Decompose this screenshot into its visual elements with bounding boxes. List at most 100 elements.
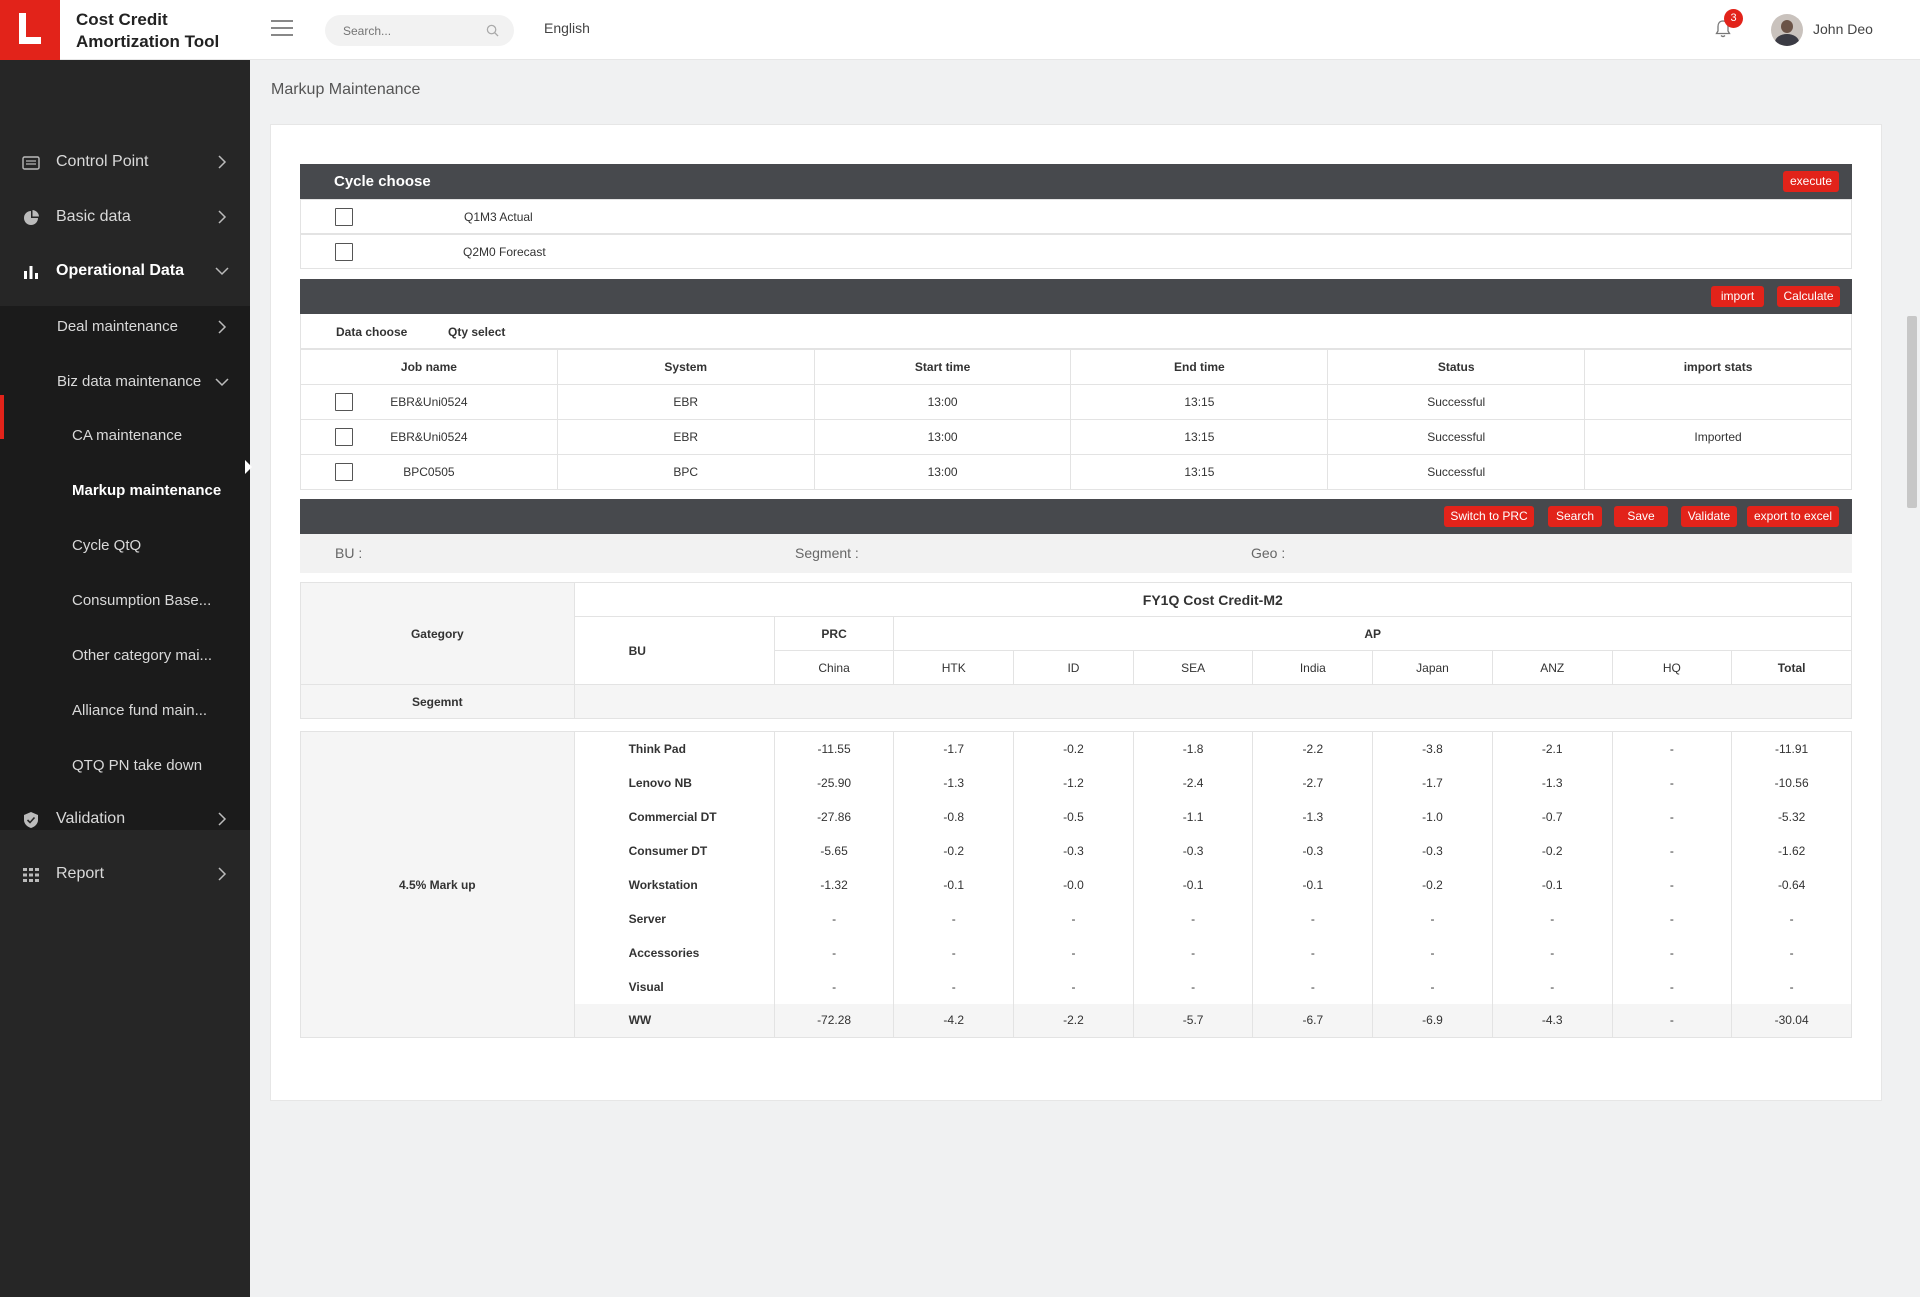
value-cell[interactable]: -0.3 bbox=[1252, 833, 1374, 868]
menu-toggle-icon[interactable] bbox=[271, 20, 293, 38]
value-cell[interactable]: - bbox=[773, 969, 895, 1004]
value-cell[interactable]: -0.1 bbox=[1252, 867, 1374, 902]
sidebar-item-other-category[interactable]: Other category mai... bbox=[0, 631, 250, 681]
sidebar-item-qtq-pn-take-down[interactable]: QTQ PN take down bbox=[0, 741, 250, 791]
segment-filter[interactable]: Segment : bbox=[795, 545, 859, 561]
value-cell[interactable]: - bbox=[1611, 731, 1733, 766]
value-cell[interactable]: -0.2 bbox=[1372, 867, 1493, 902]
total-cell[interactable]: -11.91 bbox=[1731, 731, 1852, 766]
value-cell[interactable]: - bbox=[1013, 969, 1134, 1004]
value-cell[interactable]: -0.8 bbox=[893, 799, 1015, 834]
value-cell[interactable]: - bbox=[1611, 1003, 1733, 1038]
value-cell[interactable]: -0.0 bbox=[1013, 867, 1134, 902]
value-cell[interactable]: - bbox=[1611, 935, 1733, 970]
calculate-button[interactable]: Calculate bbox=[1777, 286, 1840, 307]
value-cell[interactable]: -72.28 bbox=[773, 1003, 895, 1038]
total-cell[interactable]: - bbox=[1731, 935, 1852, 970]
job-checkbox[interactable] bbox=[335, 428, 353, 446]
value-cell[interactable]: -0.1 bbox=[893, 867, 1015, 902]
value-cell[interactable]: - bbox=[1013, 935, 1134, 970]
value-cell[interactable]: - bbox=[1372, 901, 1493, 936]
value-cell[interactable]: -0.2 bbox=[1013, 731, 1134, 766]
job-checkbox[interactable] bbox=[335, 463, 353, 481]
switch-to-prc-button[interactable]: Switch to PRC bbox=[1444, 506, 1534, 527]
value-cell[interactable]: - bbox=[1252, 901, 1374, 936]
value-cell[interactable]: -0.3 bbox=[1013, 833, 1134, 868]
export-to-excel-button[interactable]: export to excel bbox=[1747, 506, 1839, 527]
value-cell[interactable]: - bbox=[893, 969, 1015, 1004]
sidebar-item-biz-data-maintenance[interactable]: Biz data maintenance bbox=[0, 357, 250, 407]
value-cell[interactable]: - bbox=[1132, 969, 1254, 1004]
value-cell[interactable]: -1.7 bbox=[893, 731, 1015, 766]
tab-data-choose[interactable]: Data choose bbox=[336, 325, 407, 339]
value-cell[interactable]: - bbox=[1491, 969, 1613, 1004]
value-cell[interactable]: -1.32 bbox=[773, 867, 895, 902]
save-button[interactable]: Save bbox=[1614, 506, 1668, 527]
value-cell[interactable]: - bbox=[1491, 901, 1613, 936]
value-cell[interactable]: - bbox=[1252, 935, 1374, 970]
value-cell[interactable]: -0.2 bbox=[1491, 833, 1613, 868]
bu-filter[interactable]: BU : bbox=[335, 545, 362, 561]
total-cell[interactable]: -5.32 bbox=[1731, 799, 1852, 834]
value-cell[interactable]: - bbox=[1372, 969, 1493, 1004]
sidebar-item-control-point[interactable]: Control Point bbox=[0, 138, 250, 188]
sidebar-item-markup-maintenance[interactable]: Markup maintenance bbox=[0, 466, 250, 516]
value-cell[interactable]: -0.3 bbox=[1132, 833, 1254, 868]
value-cell[interactable]: -2.2 bbox=[1013, 1003, 1134, 1038]
value-cell[interactable]: -1.3 bbox=[1491, 765, 1613, 800]
tab-qty-select[interactable]: Qty select bbox=[448, 325, 505, 339]
sidebar-item-basic-data[interactable]: Basic data bbox=[0, 193, 250, 243]
value-cell[interactable]: - bbox=[893, 935, 1015, 970]
value-cell[interactable]: - bbox=[1611, 833, 1733, 868]
value-cell[interactable]: -0.7 bbox=[1491, 799, 1613, 834]
value-cell[interactable]: -1.1 bbox=[1132, 799, 1254, 834]
value-cell[interactable]: -0.2 bbox=[893, 833, 1015, 868]
value-cell[interactable]: -6.7 bbox=[1252, 1003, 1374, 1038]
sidebar-item-cycle-qtq[interactable]: Cycle QtQ bbox=[0, 521, 250, 571]
total-cell[interactable]: - bbox=[1731, 901, 1852, 936]
value-cell[interactable]: - bbox=[1372, 935, 1493, 970]
cycle-checkbox[interactable] bbox=[335, 243, 353, 261]
value-cell[interactable]: -0.1 bbox=[1491, 867, 1613, 902]
value-cell[interactable]: -4.2 bbox=[893, 1003, 1015, 1038]
value-cell[interactable]: -0.5 bbox=[1013, 799, 1134, 834]
value-cell[interactable]: - bbox=[1611, 969, 1733, 1004]
value-cell[interactable]: - bbox=[1252, 969, 1374, 1004]
cycle-checkbox[interactable] bbox=[335, 208, 353, 226]
total-cell[interactable]: -1.62 bbox=[1731, 833, 1852, 868]
search-button[interactable]: Search bbox=[1548, 506, 1602, 527]
value-cell[interactable]: -11.55 bbox=[773, 731, 895, 766]
value-cell[interactable]: - bbox=[1611, 901, 1733, 936]
value-cell[interactable]: -5.65 bbox=[773, 833, 895, 868]
sidebar-item-alliance-fund[interactable]: Alliance fund main... bbox=[0, 686, 250, 736]
sidebar-item-operational-data[interactable]: Operational Data bbox=[0, 247, 250, 297]
geo-filter[interactable]: Geo : bbox=[1251, 545, 1285, 561]
value-cell[interactable]: -2.7 bbox=[1252, 765, 1374, 800]
value-cell[interactable]: -2.1 bbox=[1491, 731, 1613, 766]
value-cell[interactable]: -6.9 bbox=[1372, 1003, 1493, 1038]
job-checkbox[interactable] bbox=[335, 393, 353, 411]
total-cell[interactable]: - bbox=[1731, 969, 1852, 1004]
value-cell[interactable]: - bbox=[893, 901, 1015, 936]
value-cell[interactable]: - bbox=[1611, 867, 1733, 902]
value-cell[interactable]: -2.2 bbox=[1252, 731, 1374, 766]
sidebar-item-ca-maintenance[interactable]: CA maintenance bbox=[0, 411, 250, 461]
user-name[interactable]: John Deo bbox=[1813, 21, 1873, 37]
value-cell[interactable]: -27.86 bbox=[773, 799, 895, 834]
value-cell[interactable]: - bbox=[1611, 799, 1733, 834]
value-cell[interactable]: -2.4 bbox=[1132, 765, 1254, 800]
value-cell[interactable]: -5.7 bbox=[1132, 1003, 1254, 1038]
import-button[interactable]: import bbox=[1711, 286, 1764, 307]
validate-button[interactable]: Validate bbox=[1681, 506, 1737, 527]
total-cell[interactable]: -10.56 bbox=[1731, 765, 1852, 800]
value-cell[interactable]: -1.0 bbox=[1372, 799, 1493, 834]
value-cell[interactable]: - bbox=[1013, 901, 1134, 936]
sidebar-item-report[interactable]: Report bbox=[0, 850, 250, 900]
value-cell[interactable]: - bbox=[773, 935, 895, 970]
sidebar-item-validation[interactable]: Validation bbox=[0, 795, 250, 845]
avatar[interactable] bbox=[1771, 14, 1803, 46]
value-cell[interactable]: - bbox=[1611, 765, 1733, 800]
value-cell[interactable]: -4.3 bbox=[1491, 1003, 1613, 1038]
language-selector[interactable]: English bbox=[544, 20, 590, 36]
scrollbar[interactable] bbox=[1906, 62, 1920, 1297]
